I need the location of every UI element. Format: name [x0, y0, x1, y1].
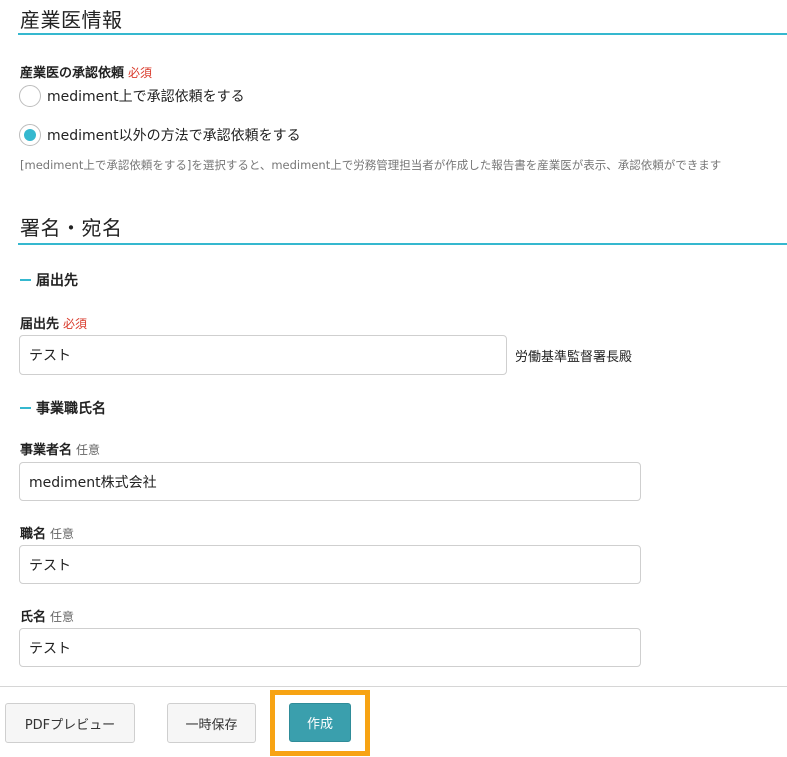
- dash-icon: [20, 279, 31, 281]
- radio-option-mediment-approval[interactable]: mediment上で承認依頼をする: [19, 85, 245, 107]
- section-title-signature: 署名・宛名: [20, 216, 123, 240]
- radio-option-label: mediment上で承認依頼をする: [47, 89, 245, 105]
- destination-input[interactable]: [19, 335, 507, 375]
- dash-icon: [20, 407, 31, 409]
- subheading-destination-text: 届出先: [36, 273, 78, 289]
- subheading-employer-text: 事業職氏名: [36, 401, 106, 417]
- full-name-label: 氏名 任意: [20, 606, 74, 625]
- destination-label: 届出先 必須: [20, 313, 87, 332]
- radio-option-other-approval[interactable]: mediment以外の方法で承認依頼をする: [19, 124, 301, 146]
- radio-button[interactable]: [19, 85, 41, 107]
- position-input[interactable]: [19, 545, 641, 584]
- position-label: 職名 任意: [20, 523, 74, 542]
- subheading-employer: 事業職氏名: [20, 398, 106, 418]
- destination-label-text: 届出先: [20, 317, 60, 332]
- destination-suffix: 労働基準監督署長殿: [515, 350, 633, 365]
- full-name-label-text: 氏名: [20, 610, 47, 625]
- company-name-label: 事業者名 任意: [20, 439, 100, 458]
- pdf-preview-button[interactable]: PDFプレビュー: [5, 703, 135, 743]
- radio-option-label: mediment以外の方法で承認依頼をする: [47, 128, 301, 144]
- footer-divider: [0, 686, 787, 687]
- approval-request-label-text: 産業医の承認依頼: [20, 66, 125, 81]
- section-divider: [18, 33, 787, 35]
- optional-badge: 任意: [50, 527, 75, 541]
- approval-help-text: [mediment上で承認依頼をする]を選択すると、mediment上で労務管理…: [20, 158, 722, 172]
- save-draft-button[interactable]: 一時保存: [167, 703, 256, 743]
- required-badge: 必須: [63, 317, 88, 331]
- create-button[interactable]: 作成: [289, 703, 351, 742]
- company-name-input[interactable]: [19, 462, 641, 501]
- section-title-occupational-physician: 産業医情報: [20, 8, 123, 32]
- section-divider: [18, 243, 787, 245]
- radio-button-checked[interactable]: [19, 124, 41, 146]
- full-name-input[interactable]: [19, 628, 641, 667]
- company-name-label-text: 事業者名: [20, 443, 73, 458]
- position-label-text: 職名: [20, 527, 47, 542]
- required-badge: 必須: [128, 66, 153, 80]
- optional-badge: 任意: [50, 610, 75, 624]
- subheading-destination: 届出先: [20, 270, 78, 290]
- approval-request-label: 産業医の承認依頼 必須: [20, 62, 152, 81]
- optional-badge: 任意: [76, 443, 101, 457]
